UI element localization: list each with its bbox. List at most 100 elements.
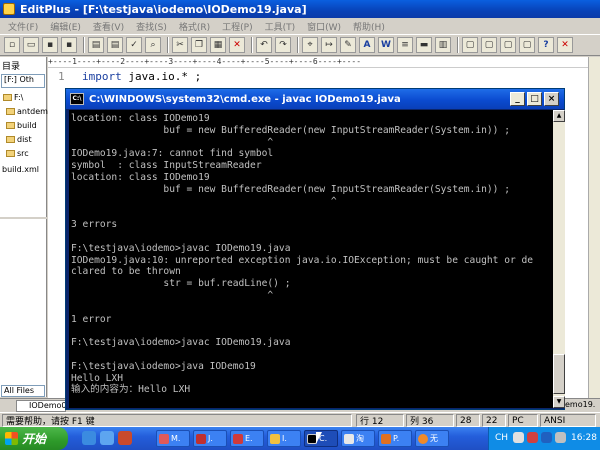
delete-icon[interactable]: ✕ [229, 37, 245, 53]
editplus-title: EditPlus - [F:\testjava\iodemo\IODemo19.… [20, 2, 307, 16]
toolbar-separator [167, 37, 169, 53]
task-button-j[interactable]: J. [193, 430, 227, 447]
app-icon [159, 433, 169, 444]
minimize-button[interactable]: _ [510, 92, 525, 106]
file-list-item[interactable]: build.xml [2, 165, 39, 174]
status-mode: PC [508, 414, 538, 427]
print-preview-icon[interactable]: ▤ [107, 37, 123, 53]
status-num: 28 [456, 414, 480, 427]
console-scrollbar[interactable]: ▲ ▼ [553, 110, 565, 408]
paste-icon[interactable]: ▦ [210, 37, 226, 53]
marker-icon[interactable]: ✎ [340, 37, 356, 53]
language-indicator[interactable]: CH [495, 433, 508, 443]
menu-edit[interactable]: 编辑(E) [50, 20, 81, 33]
split-icon[interactable]: ▢ [519, 37, 535, 53]
menu-search[interactable]: 查找(S) [136, 20, 167, 33]
stop-icon[interactable]: ✕ [557, 37, 573, 53]
tree-item-src[interactable]: src [6, 149, 29, 158]
tree-item-build[interactable]: build [6, 121, 37, 130]
scroll-thumb[interactable] [553, 354, 565, 394]
file-tab-iodemo08[interactable]: IODemo08 [16, 400, 66, 412]
tray-app-icon[interactable] [527, 432, 538, 443]
console-output[interactable]: location: class IODemo19 buf = new Buffe… [69, 110, 553, 408]
panel-splitter[interactable] [0, 217, 47, 219]
menu-window[interactable]: 窗口(W) [307, 20, 341, 33]
menu-view[interactable]: 查看(V) [93, 20, 124, 33]
task-button-taobao[interactable]: 淘 [341, 430, 375, 447]
volume-icon[interactable] [555, 432, 566, 443]
fullscreen-icon[interactable]: ▢ [500, 37, 516, 53]
tree-item-root[interactable]: F:\ [3, 93, 23, 102]
menu-file[interactable]: 文件(F) [8, 20, 38, 33]
menu-help[interactable]: 帮助(H) [353, 20, 385, 33]
ruler-icon[interactable]: ▬ [416, 37, 432, 53]
goto-icon[interactable]: ↦ [321, 37, 337, 53]
print-icon[interactable]: ▤ [88, 37, 104, 53]
find-icon[interactable]: ⌕ [145, 37, 161, 53]
ie-icon[interactable] [82, 431, 96, 445]
open-folder-icon[interactable]: ▭ [23, 37, 39, 53]
start-button[interactable]: 开始 [0, 427, 68, 450]
folder-icon [6, 108, 15, 115]
find-replace-icon[interactable]: ⌖ [302, 37, 318, 53]
file-tab-iodemo19[interactable]: emo19. [565, 400, 595, 409]
word-wrap-icon[interactable]: W [378, 37, 394, 53]
clock[interactable]: 16:28 [571, 433, 597, 443]
undo-icon[interactable]: ↶ [256, 37, 272, 53]
ruler: +----1----+----2----+----3----+----4----… [48, 57, 600, 68]
tree-item-antdemo[interactable]: antdem [6, 107, 48, 116]
status-help: 需要帮助，请按 F1 键 [2, 414, 352, 427]
app-icon [196, 433, 206, 444]
menu-tools[interactable]: 工具(T) [265, 20, 296, 33]
close-button[interactable]: × [544, 92, 559, 106]
spellcheck-icon[interactable]: ✓ [126, 37, 142, 53]
cut-icon[interactable]: ✂ [172, 37, 188, 53]
console-line: 输入的内容为：Hello LXH [71, 384, 191, 396]
save-all-icon[interactable]: ▪ [61, 37, 77, 53]
editplus-title-bar[interactable]: EditPlus - [F:\testjava\iodemo\IODemo19.… [0, 0, 600, 18]
font-icon[interactable]: A [359, 37, 375, 53]
editor-scrollbar[interactable] [588, 57, 600, 398]
scroll-down-icon[interactable]: ▼ [553, 396, 565, 408]
menu-project[interactable]: 工程(P) [222, 20, 252, 33]
tree-item-dist[interactable]: dist [6, 135, 32, 144]
toolbar-separator [297, 37, 299, 53]
ime-icon[interactable] [513, 432, 524, 443]
window-tile-icon[interactable]: ▢ [462, 37, 478, 53]
task-button-e[interactable]: E. [230, 430, 264, 447]
console-line: F:\testjava\iodemo>javac IODemo19.java [71, 337, 291, 349]
console-line: ^ [71, 289, 274, 301]
help-icon[interactable]: ? [538, 37, 554, 53]
save-icon[interactable]: ▪ [42, 37, 58, 53]
maximize-button[interactable]: □ [527, 92, 542, 106]
network-icon[interactable] [541, 432, 552, 443]
task-button-wu[interactable]: 无 [415, 430, 449, 447]
line-number-icon[interactable]: ≡ [397, 37, 413, 53]
quicklaunch-icon[interactable] [118, 431, 132, 445]
console-line: F:\testjava\iodemo>javac IODemo19.java [71, 242, 291, 254]
cmd-window[interactable]: C:\ C:\WINDOWS\system32\cmd.exe - javac … [65, 88, 565, 410]
mouse-cursor-icon [316, 432, 322, 444]
copy-icon[interactable]: ❐ [191, 37, 207, 53]
browser-icon [418, 433, 428, 444]
window-cascade-icon[interactable]: ▢ [481, 37, 497, 53]
file-filter-select[interactable]: All Files [1, 385, 45, 397]
media-player-icon[interactable] [100, 431, 114, 445]
cmd-icon: C:\ [70, 93, 84, 105]
redo-icon[interactable]: ↷ [275, 37, 291, 53]
editplus-logo-icon [3, 3, 15, 15]
drive-select[interactable]: [F:] Oth [1, 74, 45, 88]
menu-format[interactable]: 格式(R) [179, 20, 210, 33]
task-button-i[interactable]: I. [267, 430, 301, 447]
task-button-m[interactable]: M. [156, 430, 190, 447]
scroll-up-icon[interactable]: ▲ [553, 110, 565, 122]
task-button-p[interactable]: P. [378, 430, 412, 447]
keyword: import [82, 70, 122, 83]
column-icon[interactable]: ▥ [435, 37, 451, 53]
cmd-title-bar[interactable]: C:\ C:\WINDOWS\system32\cmd.exe - javac … [66, 89, 564, 109]
console-line: IODemo19.java:7: cannot find symbol [71, 148, 274, 160]
new-file-icon[interactable]: ▫ [4, 37, 20, 53]
toolbar: ▫ ▭ ▪ ▪ ▤ ▤ ✓ ⌕ ✂ ❐ ▦ ✕ ↶ ↷ ⌖ ↦ ✎ A W ≡ … [0, 34, 600, 56]
